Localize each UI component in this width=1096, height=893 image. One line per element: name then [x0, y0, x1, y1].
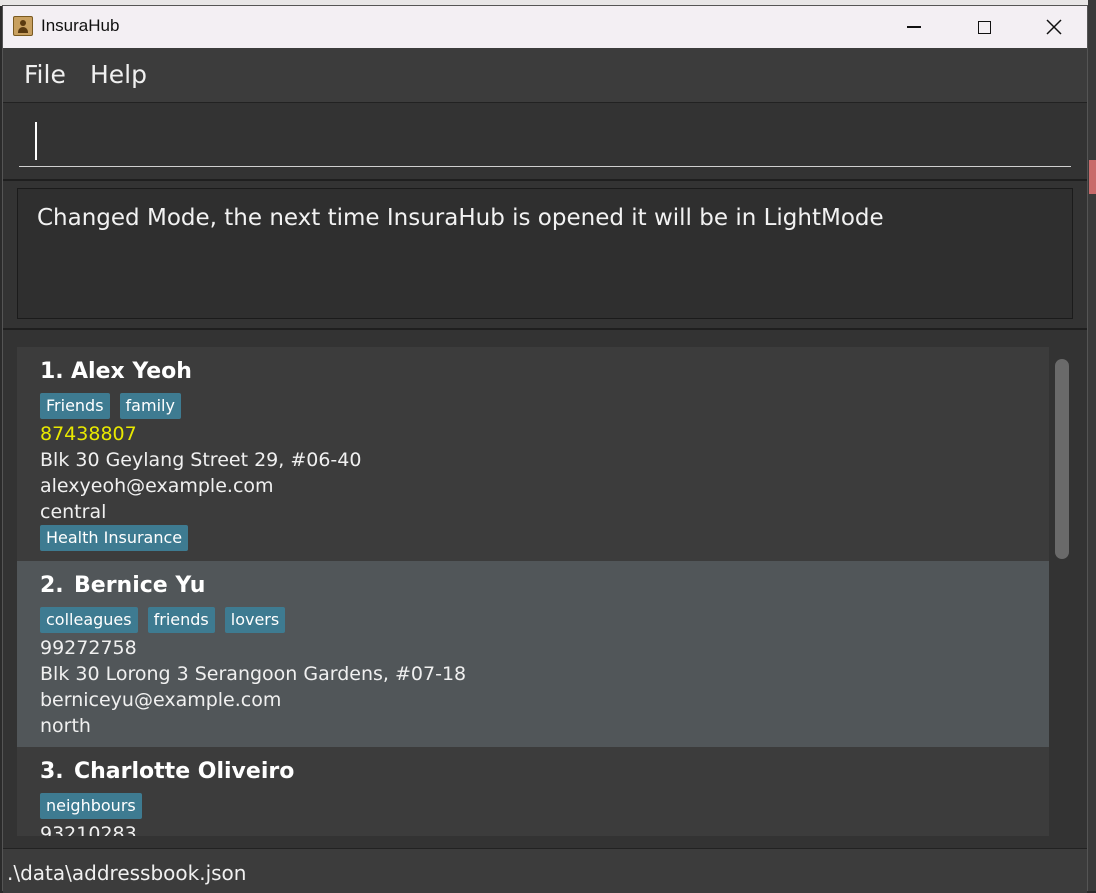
policy-tag: Health Insurance [40, 525, 189, 551]
person-name: Charlotte Oliveiro [74, 759, 295, 784]
menu-file[interactable]: File [24, 60, 66, 89]
person-region: north [40, 715, 91, 737]
person-name: Bernice Yu [74, 573, 206, 598]
tag: neighbours [40, 793, 142, 819]
minimize-icon [907, 26, 921, 28]
person-region: central [40, 501, 107, 523]
command-box [3, 102, 1087, 181]
person-phone: 87438807 [40, 423, 137, 445]
command-input[interactable] [19, 121, 1071, 167]
list-scrollbar[interactable] [1055, 359, 1069, 559]
app-window: InsuraHub File Help Changed Mode, the ne… [2, 5, 1088, 893]
status-bar: .\data\addressbook.json [3, 848, 1087, 893]
person-name: Alex Yeoh [71, 359, 192, 384]
close-button[interactable] [1019, 6, 1089, 48]
person-card[interactable]: 3. Charlotte Oliveiro neighbours 9321028… [17, 747, 1049, 836]
person-list[interactable]: 1. Alex Yeoh Friends family 87438807 Blk… [17, 347, 1049, 836]
person-index: 2. [40, 573, 64, 598]
desktop-background-right [1088, 0, 1096, 891]
title-bar: InsuraHub [3, 6, 1087, 48]
save-file-path: .\data\addressbook.json [7, 861, 247, 885]
desktop-background-marker [1089, 160, 1096, 194]
tag: lovers [224, 607, 286, 633]
window-title: InsuraHub [41, 16, 120, 35]
person-phone: 93210283 [40, 823, 137, 836]
text-caret [35, 122, 37, 160]
menu-bar: File Help [3, 48, 1087, 102]
result-message: Changed Mode, the next time InsuraHub is… [37, 205, 884, 231]
person-address: Blk 30 Lorong 3 Serangoon Gardens, #07-1… [40, 663, 467, 685]
menu-help[interactable]: Help [90, 60, 147, 89]
result-display: Changed Mode, the next time InsuraHub is… [17, 188, 1073, 319]
minimize-button[interactable] [879, 6, 949, 48]
tag-list: colleagues friends lovers [40, 607, 286, 633]
person-index: 1. [40, 359, 64, 384]
tag-list: Friends family [40, 393, 181, 419]
person-email: berniceyu@example.com [40, 689, 282, 711]
maximize-button[interactable] [949, 6, 1019, 48]
person-address: Blk 30 Geylang Street 29, #06-40 [40, 449, 362, 471]
tag: Friends [40, 393, 110, 419]
tag-list: neighbours [40, 793, 142, 819]
person-card[interactable]: 1. Alex Yeoh Friends family 87438807 Blk… [17, 347, 1049, 561]
person-card[interactable]: 2. Bernice Yu colleagues friends lovers … [17, 561, 1049, 747]
person-list-panel: 1. Alex Yeoh Friends family 87438807 Blk… [3, 328, 1087, 850]
close-icon [1046, 19, 1062, 35]
tag: colleagues [40, 607, 138, 633]
app-contact-icon [13, 16, 33, 36]
person-email: alexyeoh@example.com [40, 475, 274, 497]
maximize-icon [977, 20, 991, 34]
tag: friends [147, 607, 215, 633]
person-index: 3. [40, 759, 64, 784]
person-phone: 99272758 [40, 637, 137, 659]
tag: family [119, 393, 181, 419]
policy-list: Health Insurance [40, 525, 189, 551]
